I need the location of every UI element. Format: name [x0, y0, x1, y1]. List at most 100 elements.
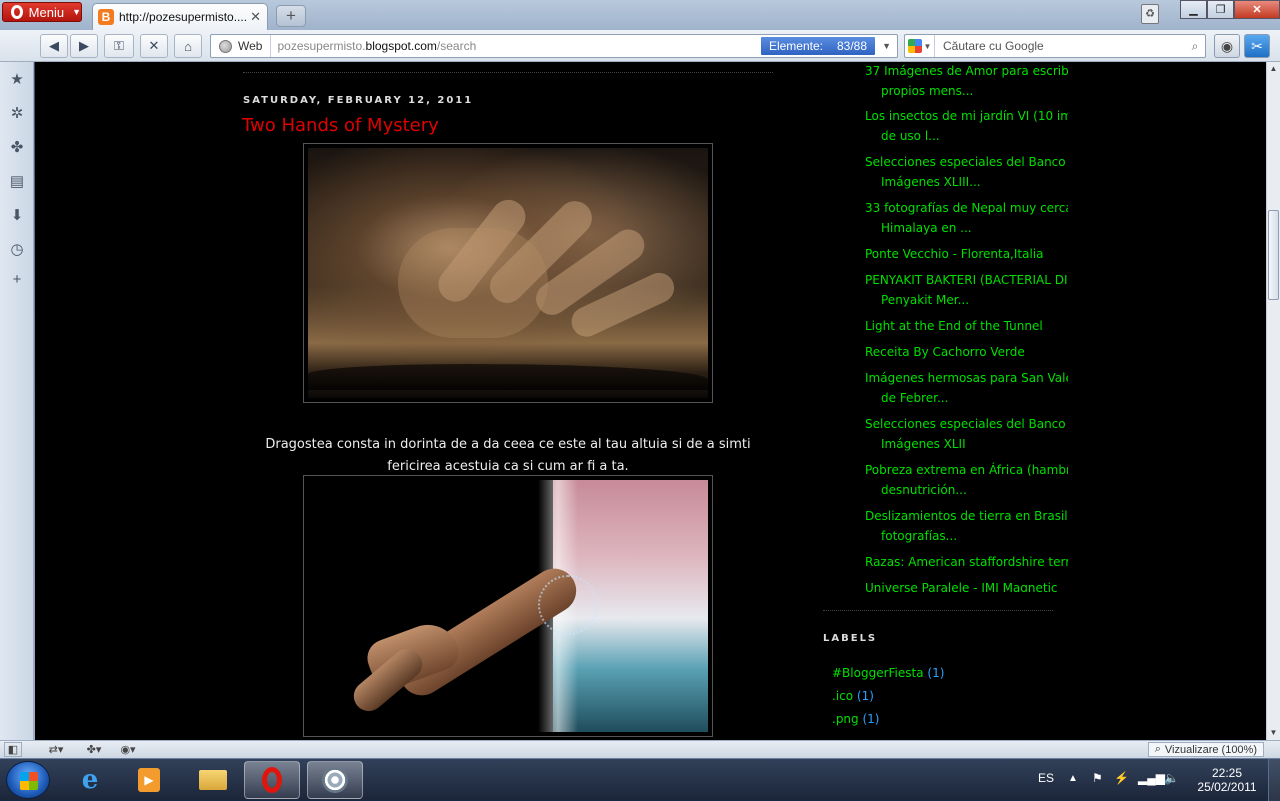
forward-button[interactable]: ▶ — [70, 34, 98, 58]
sync-icon[interactable]: ⇄▾ — [40, 742, 72, 757]
windows-logo-icon — [20, 772, 38, 790]
opera-menu-button[interactable]: Meniu ▼ — [2, 2, 82, 22]
opera-icon[interactable] — [244, 761, 300, 799]
elements-label: Elemente: — [769, 39, 823, 53]
start-button[interactable] — [6, 761, 50, 799]
list-item[interactable]: Selecciones especiales del Banco deImáge… — [865, 414, 1068, 454]
wand-button[interactable]: ⚿ — [104, 34, 134, 58]
list-item[interactable]: Light at the End of the Tunnel — [865, 316, 1068, 336]
arrow-right-icon: ▶ — [79, 38, 89, 54]
post-link-line1: Imágenes hermosas para San Valen — [865, 371, 1068, 385]
elements-badge[interactable]: Elemente: 83/88 — [761, 37, 875, 55]
list-item[interactable]: Selecciones especiales del Banco deImáge… — [865, 152, 1068, 192]
volume-icon[interactable]: 🔈 — [1164, 771, 1179, 785]
divider — [823, 610, 1053, 611]
post-image-water-hand[interactable] — [303, 475, 713, 737]
list-item[interactable]: Imágenes hermosas para San Valen de Febre… — [865, 368, 1068, 408]
search-engine-selector[interactable]: ▼ — [905, 35, 935, 57]
language-indicator[interactable]: ES — [1038, 771, 1054, 785]
toggle-panel-icon[interactable]: ◧ — [4, 742, 22, 757]
menu-label: Meniu — [29, 5, 64, 20]
opera-unite-button[interactable]: ✂ — [1244, 34, 1270, 58]
post-link-line1: Los insectos de mi jardín VI (10 im — [865, 109, 1068, 123]
blogger-favicon-icon: B — [98, 9, 114, 25]
post-link-line2: de Febrer... — [865, 388, 1068, 408]
stop-x-icon: ✕ — [149, 38, 160, 54]
minimize-button[interactable]: ▁ — [1180, 0, 1207, 19]
power-icon[interactable]: ⚡ — [1114, 771, 1129, 785]
folder-icon[interactable] — [185, 761, 241, 799]
add-panel-icon[interactable]: + — [8, 270, 26, 288]
unite-status-icon[interactable]: ✤▾ — [78, 742, 110, 757]
list-item[interactable]: Pobreza extrema en África (hambredesnutr… — [865, 460, 1068, 500]
label-name: .png — [832, 712, 859, 726]
action-center-icon[interactable]: ⚑ — [1092, 771, 1103, 785]
scroll-down-icon[interactable]: ▼ — [1267, 726, 1280, 740]
closed-tabs-trash-icon[interactable]: ♻ — [1141, 4, 1159, 24]
system-clock[interactable]: 22:25 25/02/2011 — [1190, 766, 1264, 794]
list-item[interactable]: Ponte Vecchio - Florenta,Italia — [865, 244, 1068, 264]
post-link-line1: Pobreza extrema en África (hambre — [865, 463, 1068, 477]
scroll-up-icon[interactable]: ▲ — [1267, 62, 1280, 76]
list-item[interactable]: Receita By Cachorro Verde — [865, 342, 1068, 362]
stop-button[interactable]: ✕ — [140, 34, 168, 58]
list-item[interactable]: Los insectos de mi jardín VI (10 imde us… — [865, 106, 1068, 146]
side-panel: ★ ✲ ✤ ▤ ⬇ ◷ + — [0, 62, 34, 740]
list-item[interactable]: Razas: American staffordshire terr — [865, 552, 1068, 572]
address-mode[interactable]: Web — [211, 35, 271, 57]
clock-date: 25/02/2011 — [1190, 780, 1264, 794]
list-item[interactable]: PENYAKIT BAKTERI (BACTERIAL DISPenyakit … — [865, 270, 1068, 310]
search-icon[interactable]: ⌕ — [1185, 39, 1205, 54]
turbo-status-icon[interactable]: ◉▾ — [112, 742, 144, 757]
post-link-line1: PENYAKIT BAKTERI (BACTERIAL DIS — [865, 273, 1068, 287]
zoom-control[interactable]: ⌕ Vizualizare (100%) — [1148, 742, 1264, 757]
downloads-icon[interactable]: ⬇ — [8, 206, 26, 224]
bookmarks-icon[interactable]: ★ — [8, 70, 26, 88]
post-link-line2: Himalaya en ... — [865, 218, 1068, 238]
post-title-link[interactable]: Two Hands of Mystery — [242, 115, 439, 136]
opera-turbo-button[interactable]: ◉ — [1214, 34, 1240, 58]
show-desktop-button[interactable] — [1268, 759, 1280, 801]
tab-active[interactable]: B http://pozesupermisto.... ✕ — [92, 3, 268, 30]
address-dropdown-icon[interactable]: ▼ — [882, 41, 891, 51]
web-page: SATURDAY, FEBRUARY 12, 2011 Two Hands of… — [35, 62, 1266, 740]
home-button[interactable]: ⌂ — [174, 34, 202, 58]
label-link[interactable]: .png (1) — [832, 712, 879, 726]
label-link[interactable]: #BloggerFiesta (1) — [832, 666, 944, 680]
media-player-icon[interactable]: ▶ — [121, 761, 177, 799]
maximize-button[interactable]: ❐ — [1207, 0, 1234, 19]
post-link-line1: Deslizamientos de tierra en Brasil — [865, 509, 1068, 523]
vertical-scrollbar[interactable]: ▲ ▼ — [1266, 62, 1280, 740]
post-date: SATURDAY, FEBRUARY 12, 2011 — [243, 95, 473, 106]
widgets-icon[interactable]: ✲ — [8, 104, 26, 122]
opera-logo-icon — [11, 5, 23, 19]
list-item[interactable]: Universe Paralele - IMI Magnetic — [865, 578, 1068, 592]
new-tab-button[interactable]: + — [276, 5, 306, 27]
post-image-hands[interactable] — [303, 143, 713, 403]
tray-expand-icon[interactable]: ▲ — [1068, 773, 1078, 784]
search-field[interactable]: ▼ Căutare cu Google ⌕ — [904, 34, 1206, 58]
network-app-icon[interactable] — [307, 761, 363, 799]
network-signal-icon[interactable]: ▂▄▆ — [1138, 771, 1165, 785]
back-button[interactable]: ◀ — [40, 34, 68, 58]
close-tab-icon[interactable]: ✕ — [250, 9, 261, 25]
post-link-line2: propios mens... — [865, 81, 1068, 101]
label-link[interactable]: .ico (1) — [832, 689, 874, 703]
label-count: (1) — [862, 712, 879, 726]
palm-shape — [398, 228, 548, 338]
notes-icon[interactable]: ▤ — [8, 172, 26, 190]
internet-explorer-icon[interactable]: e — [62, 761, 118, 799]
url-domain: blogspot.com — [366, 39, 437, 53]
list-item[interactable]: 37 Imágenes de Amor para escribirpropios… — [865, 62, 1068, 101]
key-icon: ⚿ — [114, 38, 124, 54]
list-item[interactable]: 33 fotografías de Nepal muy cerca Himalay… — [865, 198, 1068, 238]
list-item[interactable]: Deslizamientos de tierra en Brasilfotogr… — [865, 506, 1068, 546]
scroll-thumb[interactable] — [1268, 210, 1279, 300]
post-link-line1: 33 fotografías de Nepal muy cerca — [865, 201, 1068, 215]
history-icon[interactable]: ◷ — [8, 240, 26, 258]
unite-icon[interactable]: ✤ — [8, 138, 26, 156]
label-name: .ico — [832, 689, 853, 703]
google-icon — [908, 39, 922, 53]
address-field[interactable]: Web pozesupermisto.blogspot.com/search E… — [210, 34, 898, 58]
close-window-button[interactable]: ✕ — [1234, 0, 1280, 19]
